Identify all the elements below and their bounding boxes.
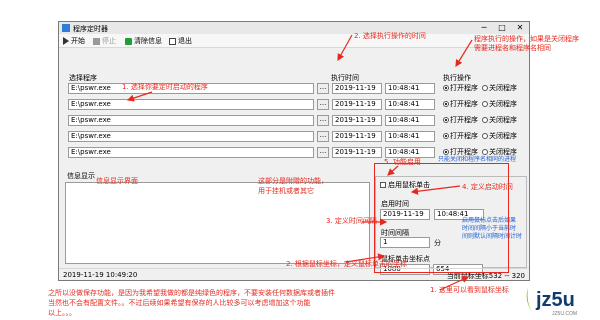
title-bar: 程序定时器 ─ □ ✕ [59,22,529,34]
radio-close-program[interactable]: 关闭程序 [482,131,517,141]
clear-info-label: 清除信息 [134,37,162,45]
program-path-input[interactable]: E:\pswr.exe [68,115,314,126]
radio-dot [443,117,449,123]
note-line-3: 以上。。。 [48,309,76,317]
stop-button[interactable]: 停止 [93,36,116,46]
date-picker[interactable]: 2019-11-19 [332,83,382,94]
clear-info-button[interactable]: 清除信息 [125,36,162,46]
exit-label: 退出 [178,37,192,45]
date-picker[interactable]: 2019-11-19 [332,147,382,158]
info-display-label: 信息显示 [67,172,95,180]
start-button[interactable]: 开始 [63,36,85,46]
select-program-label: 选择程序 [69,74,97,82]
annotation-blue-3: 间则默认间隔时间计时 [462,233,523,240]
exit-button[interactable]: 退出 [169,36,192,46]
maximize-button[interactable]: □ [493,22,511,34]
radio-open-label: 打开程序 [450,100,478,108]
annotation-info-area: 信息显示界面 [96,177,138,185]
time-picker[interactable]: 10:48:41 [385,115,435,126]
radio-close-label: 关闭程序 [489,116,517,124]
browse-button[interactable]: ... [317,99,329,110]
annotation-start-time: 4. 定义启动时间 [462,183,513,191]
radio-close-label: 关闭程序 [489,100,517,108]
program-path-input[interactable]: E:\pswr.exe [68,99,314,110]
note-line-2: 当然也不会有配置文件。。不过后续如果希望有保存的人比较多可以考虑增加这个功能 [48,299,311,307]
info-display-area[interactable] [65,182,370,264]
stop-icon [93,37,100,45]
radio-dot [482,133,488,139]
annotation-extra-2: 用于挂机或者其它 [258,187,314,195]
execute-time-label: 执行时间 [331,74,359,82]
browse-button[interactable]: ... [317,83,329,94]
annotation-select-program: 1. 选择你要定时启动的程序 [122,83,208,91]
play-icon [63,37,69,45]
stop-label: 停止 [102,37,116,45]
exit-icon [169,37,176,45]
radio-open-label: 打开程序 [450,116,478,124]
site-logo: jz5u JZ5U.COM [522,284,598,318]
logo-brand: jz5u [535,289,575,311]
radio-close-program[interactable]: 关闭程序 [482,83,517,93]
logo-leaf [526,288,532,312]
radio-close-program[interactable]: 关闭程序 [482,115,517,125]
execute-action-label: 执行操作 [443,74,471,82]
note-line-1: 之所以没做保存功能，是因为我希望我做的都是纯绿色的程序，不要安装任何数据库或者插… [48,289,335,297]
annotation-enable: 5. 功能启用 [384,158,421,166]
annotation-action-2: 需要进程名和程序名相同 [474,44,551,52]
time-picker[interactable]: 10:48:41 [385,83,435,94]
logo-graphic: jz5u JZ5U.COM [526,288,577,317]
annotation-extra-1: 这部分是附赠的功能， [258,177,328,185]
clear-icon [125,37,132,45]
time-picker[interactable]: 10:48:41 [385,131,435,142]
annotation-click-coord: 2. 根据鼠标坐标，定义鼠标单击的坐标 [286,260,407,268]
annotation-select-time: 2. 选择执行操作的时间 [354,32,426,40]
date-picker[interactable]: 2019-11-19 [332,115,382,126]
annotation-interval: 3. 定义时间间隔 [326,217,377,225]
radio-open-program[interactable]: 打开程序 [443,99,478,109]
radio-dot [443,85,449,91]
radio-close-label: 关闭程序 [489,132,517,140]
close-button[interactable]: ✕ [511,22,529,34]
radio-dot [482,85,488,91]
annotation-mouse-coord: 1. 这里可以看到鼠标坐标 [430,286,509,294]
browse-button[interactable]: ... [317,131,329,142]
annotation-only-close: 只能关闭和程序名相同的进程 [438,156,517,163]
browse-button[interactable]: ... [317,115,329,126]
radio-dot [443,133,449,139]
time-picker[interactable]: 10:48:41 [385,99,435,110]
logo-subtext: JZ5U.COM [552,311,577,317]
radio-open-label: 打开程序 [450,84,478,92]
program-path-input[interactable]: E:\pswr.exe [68,131,314,142]
program-path-input[interactable]: E:\pswr.exe [68,147,314,158]
start-label: 开始 [71,37,85,45]
radio-open-program[interactable]: 打开程序 [443,115,478,125]
radio-dot [482,117,488,123]
radio-open-program[interactable]: 打开程序 [443,83,478,93]
toolbar: 开始 停止 清除信息 退出 [59,34,529,48]
date-picker[interactable]: 2019-11-19 [332,131,382,142]
window-title: 程序定时器 [73,25,108,33]
date-picker[interactable]: 2019-11-19 [332,99,382,110]
radio-dot [443,101,449,107]
app-icon [62,24,70,32]
radio-open-program[interactable]: 打开程序 [443,131,478,141]
radio-close-program[interactable]: 关闭程序 [482,99,517,109]
status-datetime: 2019-11-19 10:49:20 [63,271,138,279]
browse-button[interactable]: ... [317,147,329,158]
radio-open-label: 打开程序 [450,132,478,140]
radio-close-label: 关闭程序 [489,84,517,92]
radio-dot [482,101,488,107]
minimize-button[interactable]: ─ [475,22,493,34]
